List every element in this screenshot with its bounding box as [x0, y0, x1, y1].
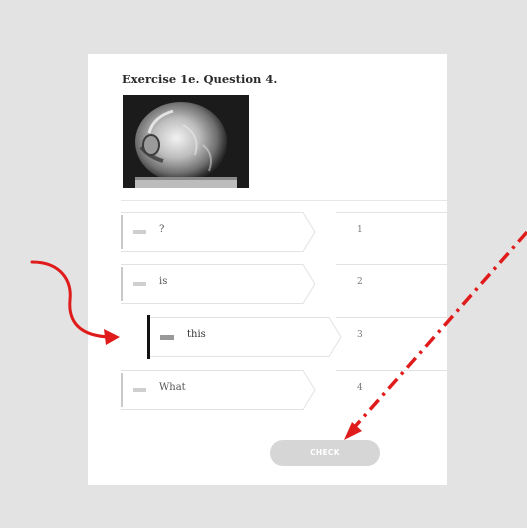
word-label: is — [159, 276, 168, 287]
number-slot — [336, 264, 447, 265]
exercise-title: Exercise 1e. Question 4. — [122, 72, 278, 86]
word-tile[interactable] — [121, 370, 316, 410]
drag-handle-icon[interactable] — [133, 388, 146, 392]
drag-handle-icon[interactable] — [133, 282, 146, 286]
word-tile[interactable] — [147, 317, 342, 357]
word-row[interactable]: is 2 — [88, 264, 447, 306]
divider — [121, 200, 447, 201]
drag-bar[interactable] — [121, 267, 123, 301]
drag-bar[interactable] — [147, 315, 150, 359]
word-row[interactable]: ? 1 — [88, 212, 447, 254]
drag-bar[interactable] — [121, 373, 123, 407]
slot-number: 1 — [357, 225, 363, 235]
word-label: ? — [159, 224, 165, 235]
check-button[interactable]: CHECK — [270, 440, 380, 466]
slot-number: 4 — [357, 383, 363, 393]
word-tile[interactable] — [121, 212, 316, 252]
number-slot — [336, 212, 447, 213]
word-row[interactable]: What 4 — [88, 370, 447, 412]
word-label: What — [159, 382, 186, 393]
word-label: this — [187, 329, 206, 340]
drag-handle-icon[interactable] — [160, 335, 174, 340]
word-tile[interactable] — [121, 264, 316, 304]
number-slot — [336, 317, 447, 318]
drag-handle-icon[interactable] — [133, 230, 146, 234]
exercise-card: Exercise 1e. Question 4. ? 1 is 2 this 3… — [88, 54, 447, 485]
word-row-active[interactable]: this 3 — [88, 315, 447, 359]
drag-bar[interactable] — [121, 215, 123, 249]
bubble-image — [123, 95, 249, 188]
question-photo — [123, 95, 249, 188]
number-slot — [336, 370, 447, 371]
slot-number: 3 — [357, 330, 363, 340]
slot-number: 2 — [357, 277, 363, 287]
